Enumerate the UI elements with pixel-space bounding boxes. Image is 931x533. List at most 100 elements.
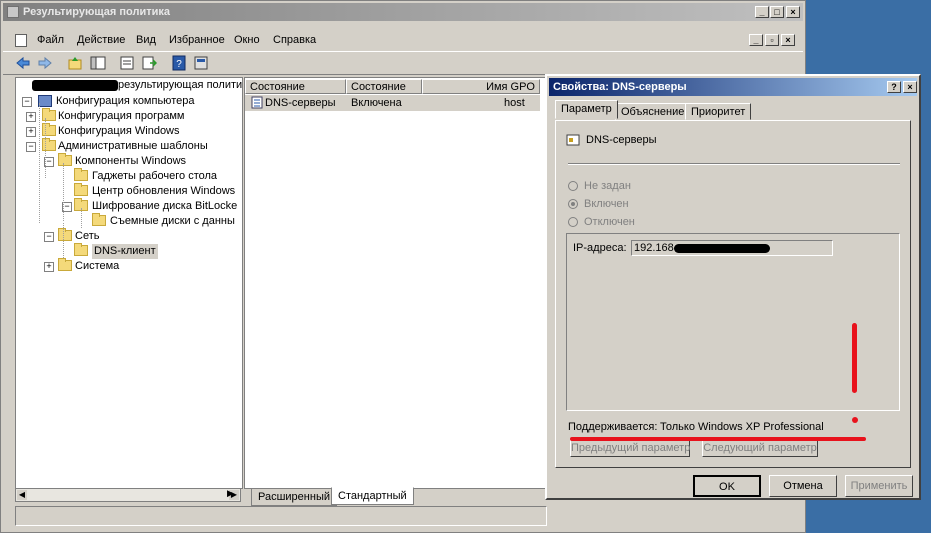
policy-setting-icon (566, 134, 580, 146)
child-close-button[interactable]: × (781, 34, 795, 46)
radio-disabled-label: Отключен (584, 216, 635, 228)
collapse-icon[interactable]: − (22, 97, 32, 107)
child-restore-button[interactable]: ▫ (765, 34, 779, 46)
menu-view[interactable]: Вид (136, 34, 156, 46)
menu-window[interactable]: Окно (234, 34, 260, 46)
row-gpo: host (504, 97, 525, 109)
folder-icon (58, 258, 72, 271)
tree-node[interactable]: + Конфигурация Windows (16, 123, 242, 139)
apply-button[interactable]: Применить (845, 475, 913, 497)
tree-node[interactable]: Центр обновления Windows (16, 183, 242, 199)
app-icon (7, 6, 19, 18)
options-box: IP-адреса: 192.168 (566, 233, 900, 411)
main-title-bar[interactable]: Результирующая политика _ □ × (3, 3, 803, 21)
tree-node-label: Гаджеты рабочего стола (92, 170, 218, 182)
export-list-icon[interactable] (141, 55, 157, 71)
next-setting-button[interactable]: Следующий параметр (702, 439, 818, 457)
menu-help[interactable]: Справка (273, 34, 316, 46)
column-header-state[interactable]: Состояние (346, 79, 422, 94)
child-minimize-button[interactable]: _ (749, 34, 763, 46)
expand-icon[interactable]: + (26, 112, 36, 122)
supported-label: Поддерживается: (568, 421, 658, 433)
folder-icon (74, 183, 88, 196)
tree-root-label: результирующая полити (118, 79, 243, 91)
tree-connector (45, 118, 47, 178)
up-folder-icon[interactable] (67, 55, 83, 71)
tree-node-label: Система (75, 260, 120, 272)
tree-node[interactable]: − Административные шаблоны (16, 138, 242, 154)
tab-setting[interactable]: Параметр (555, 100, 618, 119)
supported-value: Только Windows XP Professional (660, 421, 824, 433)
tab-precedence[interactable]: Приоритет (685, 103, 752, 120)
tree-node-label: Компоненты Windows (75, 155, 187, 167)
ip-label: IP-адреса: (573, 242, 627, 254)
tree-node[interactable]: Гаджеты рабочего стола (16, 168, 242, 184)
radio-enabled[interactable] (568, 199, 578, 209)
annotation-underline-mark (570, 437, 866, 441)
annotation-dot-mark (852, 417, 858, 423)
horizontal-scrollbar[interactable]: ◀ ▶ (15, 488, 241, 502)
dialog-title: Свойства: DNS-серверы (553, 81, 687, 93)
redaction-mark (32, 80, 118, 91)
tree-node[interactable]: − Конфигурация компьютера (16, 94, 242, 109)
radio-disabled[interactable] (568, 217, 578, 227)
menu-favorites[interactable]: Избранное (169, 34, 225, 46)
help-icon[interactable]: ? (171, 55, 187, 71)
forward-arrow-icon[interactable] (37, 55, 53, 71)
properties-icon[interactable] (119, 55, 135, 71)
radio-enabled-label: Включен (584, 198, 629, 210)
tree-node[interactable]: − Сеть (16, 228, 242, 244)
tab-extended[interactable]: Расширенный (251, 488, 337, 506)
cancel-button[interactable]: Отмена (769, 475, 837, 497)
tree-node[interactable]: + Система (16, 258, 242, 274)
expand-icon[interactable]: + (44, 262, 54, 272)
ok-button[interactable]: OK (693, 475, 761, 497)
menu-file[interactable]: Файл (37, 34, 64, 46)
column-header-setting[interactable]: Состояние (245, 79, 346, 94)
tab-explain[interactable]: Объяснение (615, 103, 691, 120)
ip-value: 192.168 (634, 242, 674, 254)
list-pane[interactable]: Состояние Состояние Имя GPO DNS-серверы … (244, 77, 550, 489)
svg-text:?: ? (176, 59, 182, 70)
expand-icon[interactable]: + (26, 127, 36, 137)
tree-node-label: Административные шаблоны (58, 140, 208, 152)
toolbar: ? (3, 51, 803, 75)
document-icon (15, 34, 27, 47)
minimize-button[interactable]: _ (755, 6, 769, 18)
tab-standard[interactable]: Стандартный (331, 487, 414, 505)
folder-icon (74, 168, 88, 181)
maximize-button[interactable]: □ (770, 6, 784, 18)
dialog-title-bar[interactable]: Свойства: DNS-серверы ? × (549, 78, 917, 96)
tree-node-label: Центр обновления Windows (92, 185, 236, 197)
tree-node[interactable]: + Конфигурация программ (16, 108, 242, 124)
tree-node[interactable]: Съемные диски с данны (16, 213, 242, 229)
close-button[interactable]: × (786, 6, 800, 18)
tree-node-label: Конфигурация компьютера (56, 95, 195, 107)
collapse-icon[interactable]: − (44, 232, 54, 242)
tree-node-label: Сеть (75, 230, 100, 242)
tree-node-label: Шифрование диска BitLocke (92, 200, 238, 212)
tab-scroll-icon[interactable]: ▶ (227, 488, 234, 499)
collapse-icon[interactable]: − (26, 142, 36, 152)
tree-node[interactable]: − Компоненты Windows (16, 153, 242, 169)
redaction-mark (674, 244, 770, 253)
policy-setting-icon (251, 96, 263, 109)
console-icon[interactable] (193, 55, 209, 71)
tree-node-label: Конфигурация программ (58, 110, 185, 122)
show-hide-tree-icon[interactable] (90, 55, 106, 71)
previous-setting-button[interactable]: Предыдущий параметр (570, 439, 690, 457)
scroll-left-icon[interactable]: ◀ (17, 490, 27, 500)
dialog-close-button[interactable]: × (903, 81, 917, 93)
radio-not-configured[interactable] (568, 181, 578, 191)
tree-pane[interactable]: результирующая полити − Конфигурация комп… (15, 77, 243, 489)
tree-node[interactable]: DNS-клиент (16, 243, 242, 259)
tree-node[interactable]: − Шифрование диска BitLocke (16, 198, 242, 214)
ip-input[interactable]: 192.168 (631, 240, 833, 256)
menu-action[interactable]: Действие (77, 34, 125, 46)
tab-panel: DNS-серверы Не задан Включен Отключен IP… (555, 120, 911, 468)
separator (568, 163, 900, 165)
dialog-help-button[interactable]: ? (887, 81, 901, 93)
column-header-gpo[interactable]: Имя GPO (422, 79, 540, 94)
status-bar (15, 506, 547, 526)
back-arrow-icon[interactable] (15, 55, 31, 71)
